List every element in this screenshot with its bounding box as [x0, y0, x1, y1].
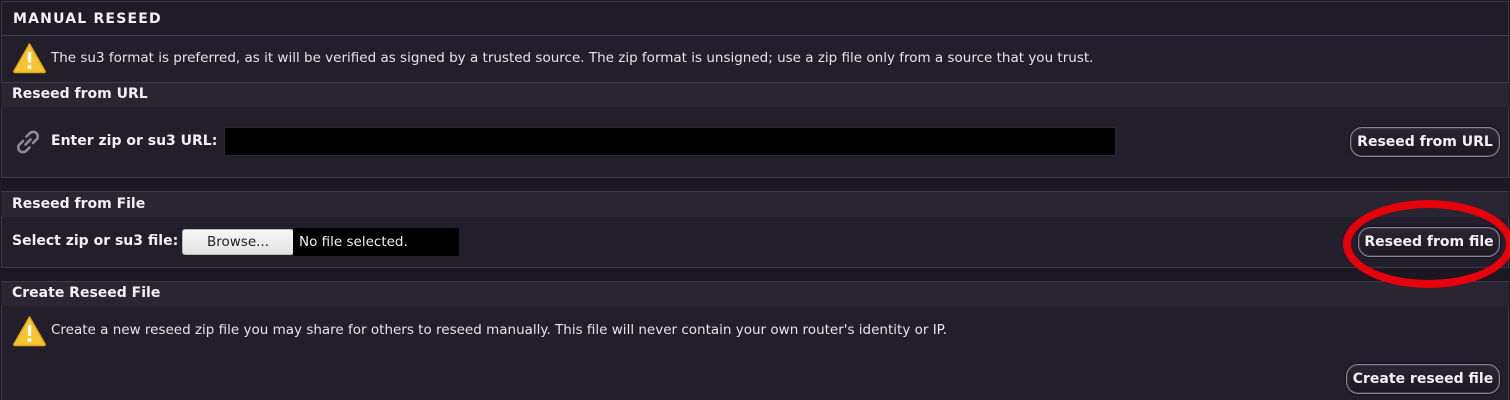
notice-top-text: The su3 format is preferred, as it will … [51, 50, 1094, 66]
file-section-body: Select zip or su3 file: Browse... No fil… [1, 217, 1509, 268]
warning-icon [13, 316, 46, 347]
create-section-title: Create Reseed File [12, 285, 161, 301]
url-field-label: Enter zip or su3 URL: [51, 133, 218, 149]
page-title: MANUAL RESEED [13, 11, 162, 27]
create-notice-panel: Create a new reseed zip file you may sha… [1, 306, 1509, 355]
file-field-label: Select zip or su3 file: [12, 233, 179, 249]
create-reseed-file-button[interactable]: Create reseed file [1346, 364, 1500, 394]
file-section-header: Reseed from File [1, 191, 1509, 218]
url-section-body: Enter zip or su3 URL: Reseed from URL [1, 107, 1509, 178]
file-section-title: Reseed from File [12, 196, 146, 212]
warning-icon [13, 43, 46, 74]
reseed-from-url-button[interactable]: Reseed from URL [1350, 127, 1500, 157]
link-icon [17, 130, 39, 154]
create-section-header: Create Reseed File [1, 281, 1509, 307]
file-status-text: No file selected. [293, 228, 459, 256]
url-section-header: Reseed from URL [1, 82, 1509, 108]
create-section-body: Create reseed file [1, 354, 1509, 400]
reseed-from-file-button[interactable]: Reseed from file [1358, 227, 1500, 257]
browse-button[interactable]: Browse... [182, 229, 294, 255]
create-notice-text: Create a new reseed zip file you may sha… [51, 322, 948, 338]
manual-reseed-header: MANUAL RESEED [1, 1, 1509, 35]
url-section-title: Reseed from URL [12, 86, 148, 102]
notice-top-panel: The su3 format is preferred, as it will … [1, 35, 1509, 83]
reseed-url-input[interactable] [224, 127, 1116, 156]
